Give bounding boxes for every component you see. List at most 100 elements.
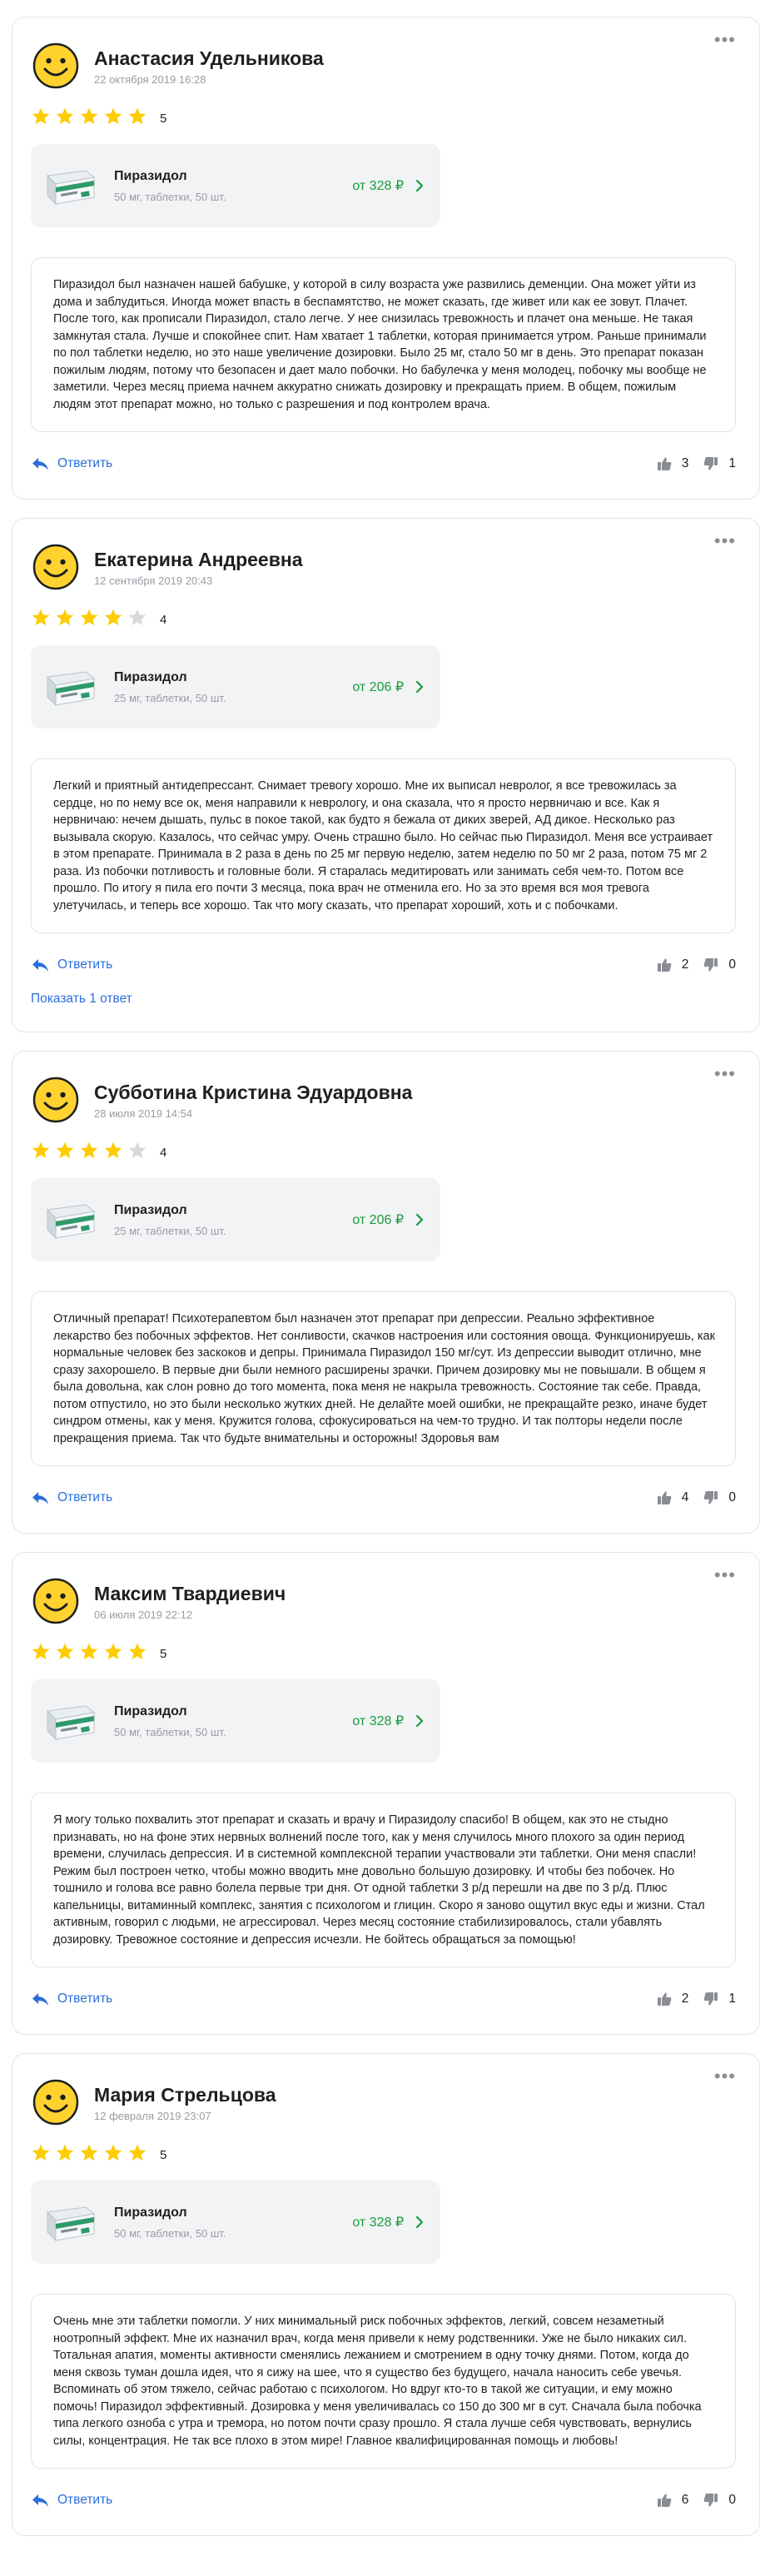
rating-stars: 4 <box>31 609 736 630</box>
review-header: Максим Твардиевич 06 июля 2019 22:12 <box>31 1574 736 1628</box>
medicine-package-icon <box>46 671 96 707</box>
more-options-icon[interactable]: ••• <box>714 532 736 550</box>
star-filled-icon <box>80 2144 98 2161</box>
product-price: от 206 ₽ <box>352 1213 404 1227</box>
dislike-button[interactable]: 1 <box>703 1992 736 2007</box>
reply-button[interactable]: Ответить <box>31 1992 112 2007</box>
votes: 2 0 <box>657 957 736 972</box>
product-card[interactable]: Пиразидол 50 мг, таблетки, 50 шт. от 328… <box>31 2181 440 2264</box>
author-name: Мария Стрельцова <box>94 2083 276 2106</box>
like-count: 2 <box>681 957 689 972</box>
chevron-right-icon <box>415 2215 424 2229</box>
reply-arrow-icon <box>32 959 48 972</box>
reply-label: Ответить <box>57 957 113 972</box>
like-count: 2 <box>681 1992 689 2006</box>
like-count: 3 <box>681 456 689 470</box>
product-price: от 328 ₽ <box>352 2215 404 2230</box>
rating-stars: 5 <box>31 107 736 129</box>
review-text: Я могу только похвалить этот препарат и … <box>31 1793 736 1967</box>
dislike-button[interactable]: 0 <box>703 1490 736 1505</box>
product-card[interactable]: Пиразидол 50 мг, таблетки, 50 шт. от 328… <box>31 144 440 227</box>
star-filled-icon <box>32 1643 50 1659</box>
like-count: 4 <box>681 1490 689 1504</box>
like-count: 6 <box>681 2493 689 2507</box>
reply-label: Ответить <box>57 2493 113 2507</box>
reply-button[interactable]: Ответить <box>31 2493 112 2508</box>
like-button[interactable]: 2 <box>657 957 689 972</box>
dislike-button[interactable]: 0 <box>703 957 736 972</box>
star-filled-icon <box>56 1643 74 1659</box>
review-card: ••• Мария Стрельцова 12 февраля 2019 23:… <box>12 2053 760 2536</box>
reply-button[interactable]: Ответить <box>31 456 112 471</box>
review-actions: Ответить 3 1 <box>31 454 736 474</box>
show-answers-link[interactable]: Показать 1 ответ <box>31 992 736 1007</box>
product-description: 25 мг, таблетки, 50 шт. <box>114 692 226 704</box>
product-card[interactable]: Пиразидол 25 мг, таблетки, 50 шт. от 206… <box>31 1178 440 1261</box>
chevron-right-icon <box>415 1714 424 1728</box>
star-empty-icon <box>128 609 147 625</box>
reply-arrow-icon <box>32 1492 48 1504</box>
chevron-right-icon <box>415 1213 424 1226</box>
thumbs-up-icon <box>657 958 672 972</box>
reply-arrow-icon <box>32 458 48 470</box>
star-filled-icon <box>32 2144 50 2161</box>
author-name: Анастасия Удельникова <box>94 47 324 69</box>
review-actions: Ответить 6 0 <box>31 2490 736 2510</box>
review-text: Пиразидол был назначен нашей бабушке, у … <box>31 257 736 432</box>
review-text: Отличный препарат! Психотерапевтом был н… <box>31 1291 736 1466</box>
star-filled-icon <box>32 1141 50 1158</box>
medicine-package-icon <box>46 2206 96 2242</box>
review-card: ••• Екатерина Андреевна 12 сентября 2019… <box>12 518 760 1032</box>
thumbs-up-icon <box>657 1992 672 2006</box>
reviews-list: ••• Анастасия Удельникова 22 октября 201… <box>0 0 770 2576</box>
star-filled-icon <box>56 2144 74 2161</box>
reply-button[interactable]: Ответить <box>31 1490 112 1505</box>
review-date: 12 февраля 2019 23:07 <box>94 2109 211 2122</box>
star-filled-icon <box>128 2144 147 2161</box>
more-options-icon[interactable]: ••• <box>714 31 736 49</box>
review-header: Екатерина Андреевна 12 сентября 2019 20:… <box>31 540 736 594</box>
chevron-right-icon <box>415 179 424 192</box>
product-info: Пиразидол 50 мг, таблетки, 50 шт. <box>114 168 352 203</box>
product-card[interactable]: Пиразидол 25 мг, таблетки, 50 шт. от 206… <box>31 645 440 729</box>
star-filled-icon <box>32 107 50 124</box>
like-button[interactable]: 6 <box>657 2493 689 2508</box>
medicine-package-icon <box>46 1204 96 1240</box>
review-text: Легкий и приятный антидепрессант. Снимае… <box>31 758 736 933</box>
author-name: Екатерина Андреевна <box>94 548 303 570</box>
votes: 3 1 <box>657 456 736 471</box>
product-price: от 206 ₽ <box>352 680 404 694</box>
star-filled-icon <box>56 609 74 625</box>
thumbs-down-icon <box>703 1992 718 2006</box>
product-card[interactable]: Пиразидол 50 мг, таблетки, 50 шт. от 328… <box>31 1679 440 1763</box>
rating-value: 5 <box>160 111 167 126</box>
rating-stars: 5 <box>31 1643 736 1664</box>
thumbs-down-icon <box>703 958 718 972</box>
star-filled-icon <box>80 609 98 625</box>
product-info: Пиразидол 50 мг, таблетки, 50 шт. <box>114 1703 352 1738</box>
smiley-avatar-icon <box>32 1578 79 1624</box>
stars-group <box>31 1141 152 1165</box>
dislike-count: 1 <box>728 456 736 470</box>
stars-group <box>31 107 152 131</box>
more-options-icon[interactable]: ••• <box>714 2067 736 2086</box>
review-date: 06 июля 2019 22:12 <box>94 1608 193 1621</box>
review-text: Очень мне эти таблетки помогли. У них ми… <box>31 2294 736 2469</box>
star-filled-icon <box>32 609 50 625</box>
product-name: Пиразидол <box>114 670 187 684</box>
star-filled-icon <box>128 107 147 124</box>
like-button[interactable]: 4 <box>657 1490 689 1505</box>
star-filled-icon <box>56 1141 74 1158</box>
like-button[interactable]: 3 <box>657 456 689 471</box>
dislike-button[interactable]: 0 <box>703 2493 736 2508</box>
more-options-icon[interactable]: ••• <box>714 1566 736 1584</box>
more-options-icon[interactable]: ••• <box>714 1065 736 1083</box>
star-filled-icon <box>80 1141 98 1158</box>
dislike-button[interactable]: 1 <box>703 456 736 471</box>
star-filled-icon <box>80 1643 98 1659</box>
review-header: Мария Стрельцова 12 февраля 2019 23:07 <box>31 2076 736 2129</box>
like-button[interactable]: 2 <box>657 1992 689 2007</box>
review-actions: Ответить 4 0 <box>31 1488 736 1508</box>
reply-button[interactable]: Ответить <box>31 957 112 972</box>
star-filled-icon <box>56 107 74 124</box>
